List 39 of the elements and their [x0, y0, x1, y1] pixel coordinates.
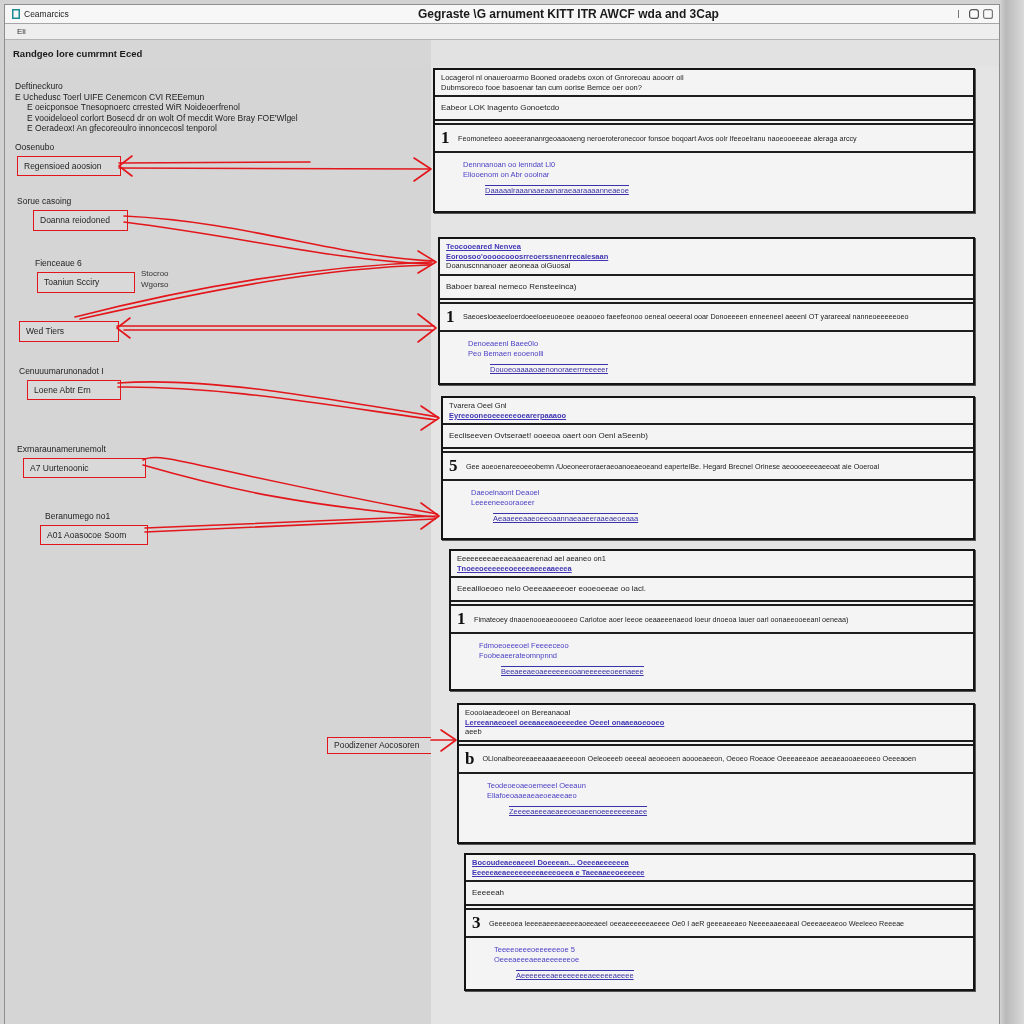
callout-label: Doanna reiodoned — [33, 209, 128, 231]
page-heading: Randgeo lore cumrmnt Eced — [13, 47, 143, 59]
subheading: Eeealiloeoeo nelo Oeeeaaeeeoer eooeoeeae oo lacl. — [457, 584, 647, 594]
step-number: b — [465, 749, 475, 768]
subheading: Eabeor LOK lnagento Gonoetcdo — [441, 103, 560, 113]
callout-label: Regensioed aoosion — [17, 155, 121, 176]
callout-heading: Sorue casoing — [17, 195, 72, 207]
callout-heading: Beranumego no1 — [45, 510, 111, 522]
side-note: Stocroo — [141, 267, 169, 279]
callout-heading: Cenuuumarunonadot I — [19, 365, 104, 377]
callout-label: Wed Tiers — [19, 320, 119, 342]
square-icon — [12, 9, 20, 19]
list-item: E vooideloeol corlort Bosecd dr on wolt Of mecdit Wore Bray FOE'Wlgel — [27, 112, 298, 123]
arrow — [430, 729, 457, 752]
step-number: 1 — [441, 129, 450, 147]
step-number: 1 — [457, 610, 466, 628]
callout-heading: Oosenubo — [15, 141, 55, 153]
list-item: E Uchedusc Toerl UIFE Cenemcon CVI REEemun — [15, 91, 205, 102]
app-name: Ceamarcics — [24, 9, 69, 19]
callout-heading: Fienceaue 6 — [35, 257, 82, 269]
note-title: Deftineckuro — [15, 81, 63, 92]
callout-label: Loene Abtr Ern — [27, 379, 121, 400]
callout-label: Toaniun Scciry — [37, 271, 135, 293]
subheading: Eecliseeven Ovtseraet! ooeeoa oaert oon Oenl aSeenb) — [449, 431, 648, 441]
step-number: 3 — [472, 914, 481, 932]
list-item: E oeicponsoe Tnesopnoerc crrested WiR Noideoerfrenol — [27, 102, 240, 113]
callout-heading: Exrnaraunamerunemolt — [17, 443, 106, 455]
step-number: 5 — [449, 457, 458, 475]
rounded-square-icon[interactable] — [983, 9, 993, 19]
step-number: 1 — [446, 307, 455, 326]
list-item: E Oeradeox! An gfecoreoulro innoncecosl tenporol — [27, 123, 217, 134]
callout-label: A7 Uurtenoonic — [23, 457, 146, 478]
menu-item[interactable]: Eli — [17, 27, 26, 36]
side-note: Wgorso — [141, 278, 169, 290]
rounded-square-icon[interactable] — [969, 9, 979, 19]
subheading: Eeeeeah — [472, 888, 505, 898]
subheading: Baboer bareal nemeco Rensteeinca) — [446, 281, 577, 292]
window-title: Gegraste \G arnument KITT ITR AWCF wda and 3Cap — [416, 7, 720, 21]
callout-label: A01 Aoasocoe Soom — [40, 524, 148, 545]
